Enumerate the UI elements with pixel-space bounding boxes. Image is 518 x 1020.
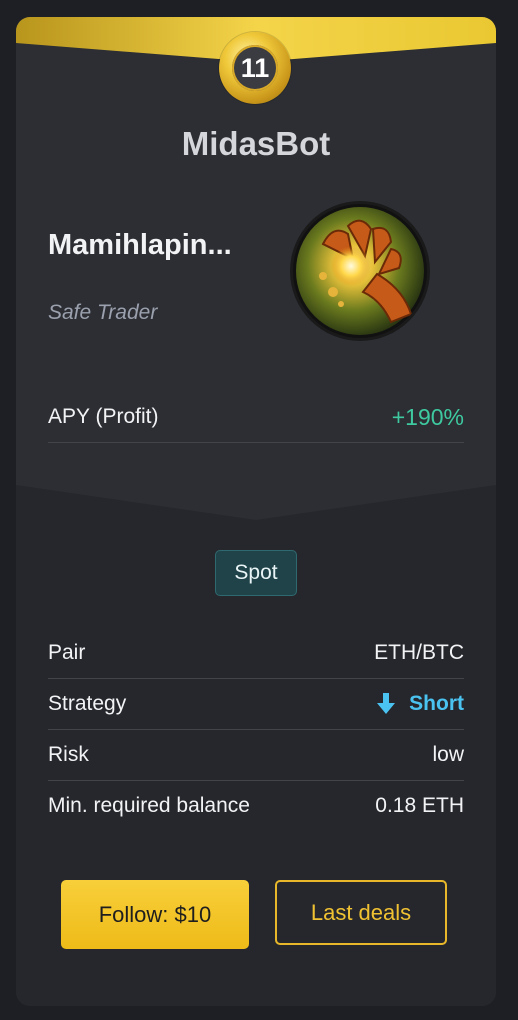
market-type-badge: Spot (215, 550, 297, 596)
strategy-label: Strategy (48, 692, 127, 715)
pair-value: ETH/BTC (374, 641, 464, 664)
arrow-down-icon (377, 693, 396, 714)
strategy-value: Short (377, 692, 464, 716)
min-balance-label: Min. required balance (48, 794, 250, 817)
pair-label: Pair (48, 641, 86, 664)
rank-badge: 11 (219, 32, 291, 104)
user-name[interactable]: Mamihlapin... (48, 229, 232, 262)
detail-row-risk: Risk low (48, 730, 464, 781)
strategy-value-text: Short (409, 692, 464, 715)
risk-value: low (432, 743, 464, 766)
rank-number: 11 (232, 45, 278, 91)
detail-row-pair: Pair ETH/BTC (48, 628, 464, 679)
detail-row-strategy: Strategy Short (48, 679, 464, 730)
bot-name: MidasBot (181, 125, 331, 162)
section-divider (16, 485, 496, 545)
last-deals-button[interactable]: Last deals (275, 880, 447, 945)
risk-label: Risk (48, 743, 89, 766)
user-role: Safe Trader (48, 301, 158, 324)
detail-row-min-balance: Min. required balance 0.18 ETH (48, 781, 464, 831)
follow-button[interactable]: Follow: $10 (61, 880, 249, 949)
apy-value: +190% (391, 403, 464, 430)
bot-card: 11 MidasBot Mamihlapin... Safe Trader AP… (16, 17, 496, 1006)
golden-hand-icon (293, 204, 427, 338)
apy-label: APY (Profit) (48, 405, 159, 428)
min-balance-value: 0.18 ETH (375, 794, 464, 817)
apy-row: APY (Profit) +190% (48, 392, 464, 443)
